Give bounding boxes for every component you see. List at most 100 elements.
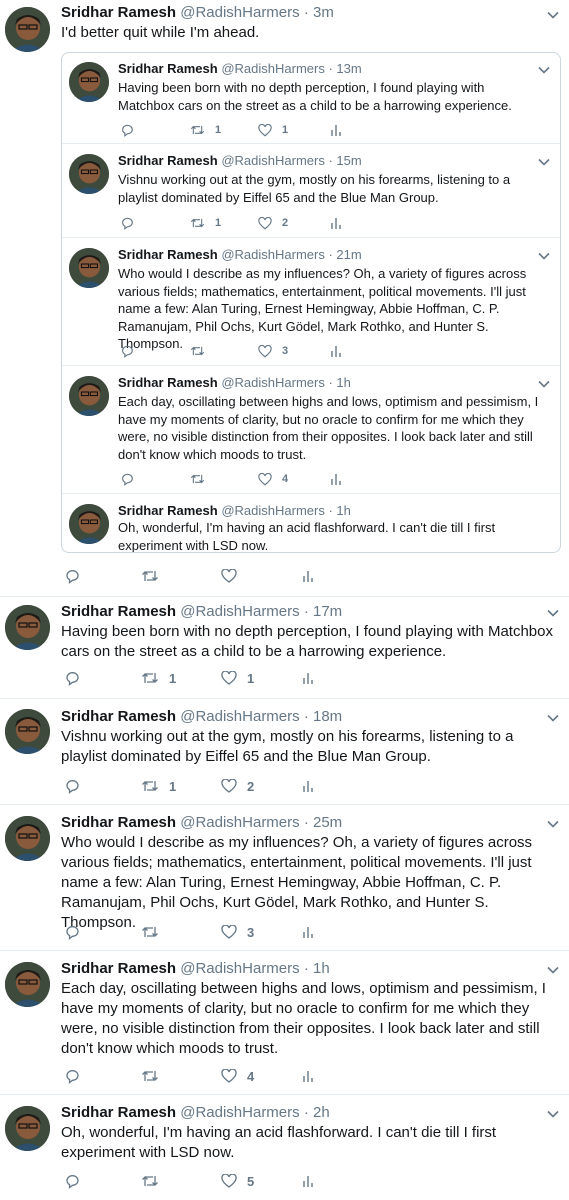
like-button[interactable]: 3 xyxy=(258,341,288,361)
tweet[interactable]: Sridhar Ramesh @RadishHarmers · 25m Who … xyxy=(0,805,569,951)
tweet-main[interactable]: Sridhar Ramesh @RadishHarmers · 3m I'd b… xyxy=(0,0,569,597)
retweet-button[interactable] xyxy=(141,922,169,942)
reply-button[interactable] xyxy=(64,566,80,586)
retweet-button[interactable] xyxy=(141,1171,169,1191)
reply-icon xyxy=(66,672,79,686)
like-button[interactable] xyxy=(221,566,247,586)
retweet-button[interactable]: 1 xyxy=(141,668,176,688)
chevron-down-icon[interactable] xyxy=(537,377,551,391)
like-button[interactable]: 5 xyxy=(221,1171,254,1191)
reply-button[interactable] xyxy=(120,120,134,140)
analytics-button[interactable] xyxy=(302,566,314,586)
author-name[interactable]: Sridhar Ramesh xyxy=(61,708,176,725)
avatar[interactable] xyxy=(5,709,50,754)
tweet-time[interactable]: 3m xyxy=(313,4,334,21)
reply-button[interactable] xyxy=(64,668,80,688)
author-handle[interactable]: @RadishHarmers xyxy=(180,4,299,21)
reply-button[interactable] xyxy=(64,776,80,796)
reply-button[interactable] xyxy=(64,922,80,942)
analytics-button[interactable] xyxy=(302,776,314,796)
tweet[interactable]: Sridhar Ramesh @RadishHarmers · 2h Oh, w… xyxy=(0,1095,569,1200)
avatar[interactable] xyxy=(5,1106,50,1151)
quoted-tweet[interactable]: Sridhar Ramesh @RadishHarmers · 21m Who … xyxy=(62,239,560,366)
quoted-tweet[interactable]: Sridhar Ramesh @RadishHarmers · 15m Vish… xyxy=(62,145,560,238)
chevron-down-icon[interactable] xyxy=(546,817,560,831)
quoted-tweet[interactable]: Sridhar Ramesh @RadishHarmers · 1h Each … xyxy=(62,367,560,494)
retweet-button[interactable]: 1 xyxy=(190,120,221,140)
avatar[interactable] xyxy=(5,605,50,650)
tweet-actions: 1 2 xyxy=(64,776,544,796)
retweet-count: 1 xyxy=(215,124,222,136)
chevron-down-icon[interactable] xyxy=(537,249,551,263)
author-name[interactable]: Sridhar Ramesh xyxy=(61,603,176,620)
retweet-button[interactable] xyxy=(190,341,215,361)
analytics-button[interactable] xyxy=(302,1171,314,1191)
tweet-time[interactable]: 17m xyxy=(313,603,342,620)
quoted-tweet[interactable]: Sridhar Ramesh @RadishHarmers · 13m Havi… xyxy=(62,53,560,144)
quoted-tweet[interactable]: Sridhar Ramesh @RadishHarmers · 1h Oh, w… xyxy=(62,495,560,552)
author-name[interactable]: Sridhar Ramesh xyxy=(61,4,176,21)
like-button[interactable]: 4 xyxy=(221,1066,254,1086)
reply-button[interactable] xyxy=(64,1066,80,1086)
reply-button[interactable] xyxy=(120,469,134,489)
chevron-down-icon[interactable] xyxy=(546,963,560,977)
analytics-button[interactable] xyxy=(302,668,314,688)
like-count: 4 xyxy=(282,473,289,485)
tweet[interactable]: Sridhar Ramesh @RadishHarmers · 18m Vish… xyxy=(0,699,569,805)
tweet-time: 1h xyxy=(336,503,351,518)
author-handle[interactable]: @RadishHarmers xyxy=(180,960,299,977)
chevron-down-icon[interactable] xyxy=(546,1107,560,1121)
retweet-button[interactable]: 1 xyxy=(190,213,221,233)
avatar[interactable] xyxy=(5,816,50,861)
tweet-header: Sridhar Ramesh @RadishHarmers · 1h xyxy=(118,503,351,518)
tweet[interactable]: Sridhar Ramesh @RadishHarmers · 1h Each … xyxy=(0,951,569,1095)
reply-icon xyxy=(66,926,79,940)
analytics-button[interactable] xyxy=(302,922,314,942)
analytics-button[interactable] xyxy=(330,213,342,233)
chevron-down-icon[interactable] xyxy=(537,63,551,77)
like-button[interactable]: 3 xyxy=(221,922,254,942)
retweet-button[interactable] xyxy=(141,566,169,586)
author-handle[interactable]: @RadishHarmers xyxy=(180,814,299,831)
chevron-down-icon[interactable] xyxy=(546,8,560,22)
like-button[interactable]: 2 xyxy=(221,776,254,796)
analytics-icon xyxy=(303,571,313,582)
chevron-down-icon[interactable] xyxy=(537,155,551,169)
chevron-down-icon[interactable] xyxy=(546,606,560,620)
analytics-button[interactable] xyxy=(330,120,342,140)
like-button[interactable]: 2 xyxy=(258,213,288,233)
tweet-time[interactable]: 1h xyxy=(313,960,330,977)
author-name[interactable]: Sridhar Ramesh xyxy=(61,960,176,977)
retweet-button[interactable]: 1 xyxy=(141,776,176,796)
reply-button[interactable] xyxy=(120,213,134,233)
retweet-button[interactable] xyxy=(141,1066,169,1086)
tweet-header: Sridhar Ramesh @RadishHarmers · 21m xyxy=(118,247,362,262)
analytics-button[interactable] xyxy=(330,341,342,361)
tweet-time[interactable]: 18m xyxy=(313,708,342,725)
author-name[interactable]: Sridhar Ramesh xyxy=(61,1104,176,1121)
avatar[interactable] xyxy=(5,962,50,1007)
tweet-time[interactable]: 2h xyxy=(313,1104,330,1121)
reply-button[interactable] xyxy=(64,1171,80,1191)
tweet-text: Having been born with no depth perceptio… xyxy=(118,80,512,113)
retweet-button[interactable] xyxy=(190,469,215,489)
analytics-button[interactable] xyxy=(302,1066,314,1086)
author-name[interactable]: Sridhar Ramesh xyxy=(61,814,176,831)
reply-button[interactable] xyxy=(120,341,134,361)
author-handle[interactable]: @RadishHarmers xyxy=(180,603,299,620)
tweet-header: Sridhar Ramesh @RadishHarmers · 25m xyxy=(61,814,343,831)
chevron-down-icon[interactable] xyxy=(546,711,560,725)
analytics-icon xyxy=(331,125,341,136)
quoted-thread-card[interactable]: Sridhar Ramesh @RadishHarmers · 13m Havi… xyxy=(61,52,561,553)
reply-icon xyxy=(122,124,133,137)
author-handle[interactable]: @RadishHarmers xyxy=(180,708,299,725)
like-button[interactable]: 4 xyxy=(258,469,288,489)
tweet[interactable]: Sridhar Ramesh @RadishHarmers · 17m Havi… xyxy=(0,597,569,699)
tweet-header: Sridhar Ramesh @RadishHarmers · 1h xyxy=(118,375,351,390)
like-button[interactable]: 1 xyxy=(221,668,254,688)
analytics-button[interactable] xyxy=(330,469,342,489)
avatar[interactable] xyxy=(5,7,50,52)
like-button[interactable]: 1 xyxy=(258,120,288,140)
tweet-time[interactable]: 25m xyxy=(313,814,342,831)
author-handle[interactable]: @RadishHarmers xyxy=(180,1104,299,1121)
